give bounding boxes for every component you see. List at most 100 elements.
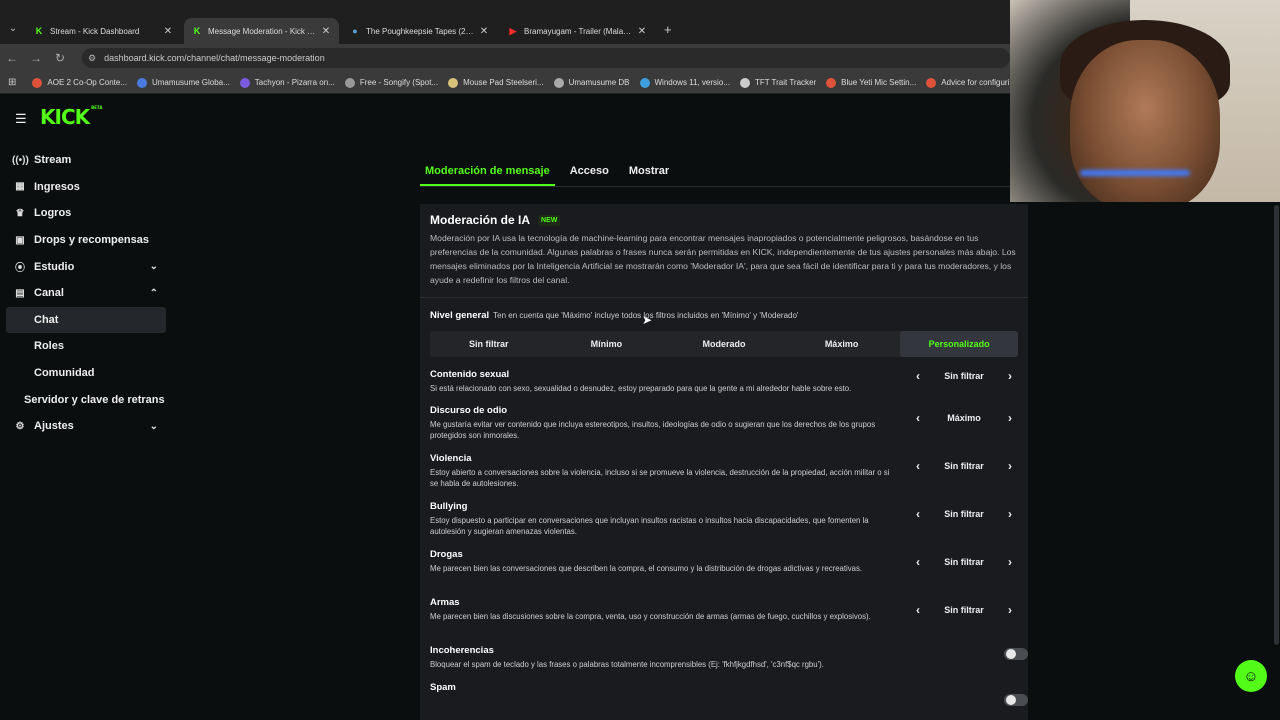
- chevron-left-icon[interactable]: ‹: [908, 603, 928, 617]
- sidebar-item-roles[interactable]: Roles: [6, 333, 166, 360]
- rule-text: Contenido sexual Si está relacionado con …: [430, 369, 896, 394]
- level-selector: Sin filtrar Mínimo Moderado Máximo Perso…: [430, 331, 1018, 357]
- level-option-maximo[interactable]: Máximo: [783, 331, 901, 357]
- rule-text: Bullying Estoy dispuesto a participar en …: [430, 501, 896, 537]
- close-icon[interactable]: ✕: [637, 26, 647, 37]
- rule-description: Me parecen bien las conversaciones que d…: [430, 564, 863, 573]
- rule-stepper: ‹ Sin filtrar ›: [908, 603, 1020, 617]
- sidebar-item-chat[interactable]: Chat: [6, 306, 166, 334]
- level-option-personalizado[interactable]: Personalizado: [900, 331, 1018, 357]
- rule-value: Máximo: [947, 413, 981, 423]
- rule-discurso-de-odio: Discurso de odio Me gustaría evitar ver c…: [430, 405, 1018, 453]
- rule-stepper: ‹ Sin filtrar ›: [908, 555, 1020, 569]
- sidebar-item-ingresos[interactable]: ▦ Ingresos: [6, 174, 166, 201]
- bookmark[interactable]: Blue Yeti Mic Settin...: [826, 77, 916, 88]
- page-scrollbar[interactable]: [1274, 205, 1279, 645]
- sidebar-item-canal[interactable]: ▤ Canal ⌃: [6, 280, 166, 307]
- youtube-icon: ▶: [509, 26, 517, 36]
- level-option-moderado[interactable]: Moderado: [665, 331, 783, 357]
- rule-text: Discurso de odio Me gustaría evitar ver c…: [430, 405, 896, 441]
- chevron-left-icon[interactable]: ‹: [908, 459, 928, 473]
- tab-title: The Poughkeepsie Tapes (2007): [366, 26, 475, 36]
- bookmarks-bar: ⊞ AOE 2 Co-Op Conte... Umamusume Globa..…: [0, 72, 1010, 94]
- bookmark[interactable]: Umamusume Globa...: [136, 77, 230, 88]
- tab-acceso[interactable]: Acceso: [565, 163, 614, 186]
- toggle-knob: [1006, 649, 1016, 659]
- sidebar-item-estudio[interactable]: ⦿ Estudio ⌄: [6, 253, 166, 280]
- chevron-left-icon[interactable]: ‹: [908, 507, 928, 521]
- level-option-minimo[interactable]: Mínimo: [548, 331, 666, 357]
- sidebar-item-comunidad[interactable]: Comunidad: [6, 360, 166, 387]
- bookmark[interactable]: Mouse Pad Steelseri...: [448, 77, 544, 88]
- chevron-right-icon[interactable]: ›: [1000, 507, 1020, 521]
- rule-armas: Armas Me parecen bien las discusiones sob…: [430, 597, 1018, 645]
- sidebar-item-stream[interactable]: ((•)) Stream: [6, 147, 166, 174]
- level-option-sin-filtrar[interactable]: Sin filtrar: [430, 331, 548, 357]
- close-icon[interactable]: ✕: [163, 26, 173, 37]
- rule-stepper: ‹ Máximo ›: [908, 411, 1020, 425]
- bookmark[interactable]: AOE 2 Co-Op Conte...: [32, 77, 127, 88]
- incoherencias-toggle[interactable]: [1004, 648, 1028, 660]
- sidebar-item-label: Drops y recompensas: [34, 234, 149, 247]
- ai-title-row: Moderación de IA NEW: [430, 213, 1018, 227]
- browser-toolbar: ← → ↻ ⚙ dashboard.kick.com/channel/chat/…: [0, 44, 1010, 72]
- chevron-left-icon[interactable]: ‹: [908, 411, 928, 425]
- ai-description: Moderación por IA usa la tecnología de m…: [430, 233, 1016, 285]
- tab-title: Message Moderation - Kick Dashboard: [208, 26, 317, 36]
- bookmark-label: Mouse Pad Steelseri...: [463, 78, 544, 87]
- bookmark[interactable]: Advice for configuri...: [926, 77, 1010, 88]
- browser-tab[interactable]: K Stream - Kick Dashboard ✕: [26, 18, 181, 44]
- sidebar-item-drops[interactable]: ▣ Drops y recompensas: [6, 227, 166, 254]
- bookmark-label: AOE 2 Co-Op Conte...: [47, 78, 127, 87]
- back-icon[interactable]: ←: [0, 51, 24, 65]
- reload-icon[interactable]: ↻: [48, 51, 72, 65]
- rule-description: Me gustaría evitar ver contenido que inc…: [430, 420, 876, 440]
- rule-text: Spam: [430, 682, 896, 693]
- spam-toggle[interactable]: [1004, 694, 1028, 706]
- bookmark[interactable]: TFT Trait Tracker: [739, 77, 817, 88]
- sidebar-item-logros[interactable]: ♛ Logros: [6, 200, 166, 227]
- chevron-left-icon[interactable]: ‹: [908, 369, 928, 383]
- browser-tab[interactable]: ● The Poughkeepsie Tapes (2007) ✕: [342, 18, 497, 44]
- bookmark[interactable]: Free - Songify (Spot...: [344, 77, 439, 88]
- site-info-icon[interactable]: ⚙: [88, 53, 96, 64]
- tab-mostrar[interactable]: Mostrar: [624, 163, 674, 186]
- bookmark-label: Free - Songify (Spot...: [359, 78, 439, 87]
- bookmark[interactable]: Windows 11, versio...: [639, 77, 730, 88]
- sidebar-item-label: Ingresos: [34, 180, 80, 193]
- close-icon[interactable]: ✕: [479, 26, 489, 37]
- chevron-right-icon[interactable]: ›: [1000, 555, 1020, 569]
- chevron-left-icon[interactable]: ‹: [908, 555, 928, 569]
- kick-logo[interactable]: KICK BETA: [40, 105, 102, 129]
- bookmark-label: Umamusume Globa...: [151, 78, 230, 87]
- rule-title: Bullying: [430, 501, 468, 512]
- bookmark-icon: [739, 77, 750, 88]
- address-bar[interactable]: ⚙ dashboard.kick.com/channel/chat/messag…: [82, 48, 1010, 68]
- tab-moderacion[interactable]: Moderación de mensaje: [420, 163, 555, 186]
- sidebar-item-label: Logros: [34, 207, 72, 220]
- bookmark-icon: [136, 77, 147, 88]
- bookmark[interactable]: Umamusume DB: [553, 77, 630, 88]
- bookmark[interactable]: Tachyon - Pizarra on...: [239, 77, 335, 88]
- apps-grid-icon[interactable]: ⊞: [8, 77, 16, 88]
- forward-icon[interactable]: →: [24, 51, 48, 65]
- chevron-right-icon[interactable]: ›: [1000, 459, 1020, 473]
- chevron-right-icon[interactable]: ›: [1000, 369, 1020, 383]
- browser-tab[interactable]: ▶ Bramayugam - Trailer (Malayalam) ✕: [500, 18, 655, 44]
- browser-tab-active[interactable]: K Message Moderation - Kick Dashboard ✕: [184, 18, 339, 44]
- sidebar-item-label: Roles: [34, 340, 64, 353]
- menu-icon[interactable]: ☰: [15, 111, 27, 127]
- rule-title: Incoherencias: [430, 645, 494, 656]
- rule-value: Sin filtrar: [944, 605, 984, 615]
- close-icon[interactable]: ✕: [321, 26, 331, 37]
- bookmark-label: TFT Trait Tracker: [754, 78, 817, 87]
- new-tab-icon[interactable]: +: [664, 22, 672, 37]
- chevron-right-icon[interactable]: ›: [1000, 411, 1020, 425]
- tab-search-icon[interactable]: ⌄: [6, 22, 20, 36]
- sidebar-item-label: Chat: [34, 313, 59, 326]
- chevron-right-icon[interactable]: ›: [1000, 603, 1020, 617]
- sidebar-item-servidor[interactable]: Servidor y clave de retrans: [6, 386, 166, 413]
- support-chat-icon[interactable]: ☺: [1235, 660, 1267, 692]
- level-label: Nivel general: [430, 310, 490, 321]
- sidebar-item-ajustes[interactable]: ⚙ Ajustes ⌄: [6, 413, 166, 440]
